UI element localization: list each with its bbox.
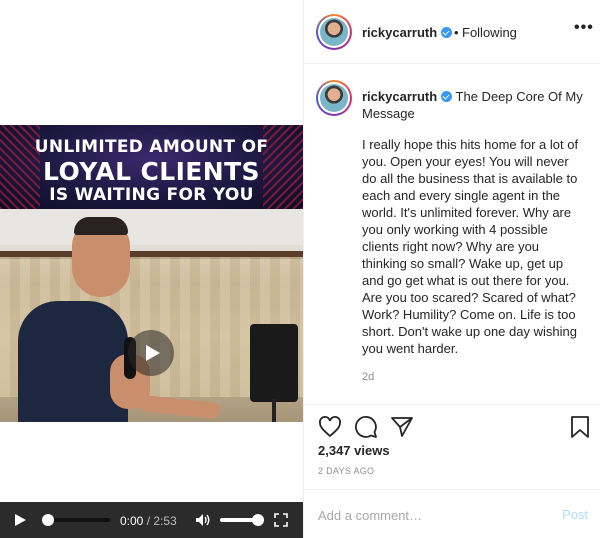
- comment-icon[interactable]: [354, 415, 378, 439]
- time-separator: /: [143, 514, 154, 528]
- presenter-hand: [139, 394, 221, 420]
- volume-handle[interactable]: [252, 514, 264, 526]
- heart-icon[interactable]: [318, 415, 342, 439]
- post-header: rickycarruth • Following •••: [304, 0, 600, 64]
- view-count[interactable]: 2,347 views: [318, 443, 390, 458]
- post-side-panel: rickycarruth • Following ••• rickycarrut…: [303, 0, 600, 538]
- banner-line-3: IS WAITING FOR YOU: [49, 185, 254, 205]
- caption-avatar[interactable]: [316, 80, 352, 116]
- play-icon: [145, 345, 160, 361]
- caption-time-ago[interactable]: 2d: [362, 371, 374, 383]
- post-date[interactable]: 2 DAYS AGO: [318, 466, 374, 476]
- paper-plane-icon[interactable]: [390, 415, 414, 439]
- current-time: 0:00: [120, 514, 144, 528]
- duration: 2:53: [153, 514, 177, 528]
- comment-bar: Post: [304, 489, 600, 538]
- play-overlay-button[interactable]: [128, 330, 174, 376]
- video-controls: 0:00 / 2:53: [0, 502, 303, 538]
- media-pane: UNLIMITED AMOUNT OF LOYAL CLIENTS IS WAI…: [0, 0, 303, 538]
- speaker-stand: [272, 399, 276, 422]
- comment-input[interactable]: [318, 504, 538, 526]
- separator-dot: •: [454, 25, 459, 40]
- caption-body: I really hope this hits home for a lot o…: [362, 137, 582, 356]
- play-icon[interactable]: [13, 513, 27, 527]
- action-bar: [304, 404, 600, 444]
- avatar[interactable]: [316, 14, 352, 50]
- caption-username[interactable]: rickycarruth: [362, 89, 437, 104]
- ellipsis-icon[interactable]: •••: [574, 20, 593, 38]
- bookmark-icon[interactable]: [568, 415, 592, 439]
- caption-header: rickycarruth The Deep Core Of My Message: [362, 88, 588, 122]
- verified-badge-icon: [441, 27, 453, 38]
- caption: rickycarruth The Deep Core Of My Message…: [304, 64, 600, 404]
- post-button[interactable]: Post: [562, 507, 588, 522]
- banner-line-2: LOYAL CLIENTS: [43, 157, 260, 186]
- time-display: 0:00 / 2:53: [120, 514, 177, 528]
- video-title-banner: UNLIMITED AMOUNT OF LOYAL CLIENTS IS WAI…: [0, 125, 303, 209]
- presenter-body: [18, 301, 128, 422]
- seek-handle[interactable]: [42, 514, 54, 526]
- ceiling: [0, 209, 303, 245]
- volume-icon[interactable]: [195, 513, 211, 527]
- banner-line-1: UNLIMITED AMOUNT OF: [34, 137, 269, 157]
- video-player[interactable]: UNLIMITED AMOUNT OF LOYAL CLIENTS IS WAI…: [0, 125, 303, 422]
- header-username[interactable]: rickycarruth: [362, 25, 453, 40]
- following-button[interactable]: Following: [462, 25, 517, 40]
- fullscreen-icon[interactable]: [274, 513, 288, 527]
- presenter-hair: [74, 217, 128, 235]
- speaker: [250, 324, 298, 402]
- verified-badge-icon: [441, 91, 453, 102]
- video-frame: [0, 209, 303, 422]
